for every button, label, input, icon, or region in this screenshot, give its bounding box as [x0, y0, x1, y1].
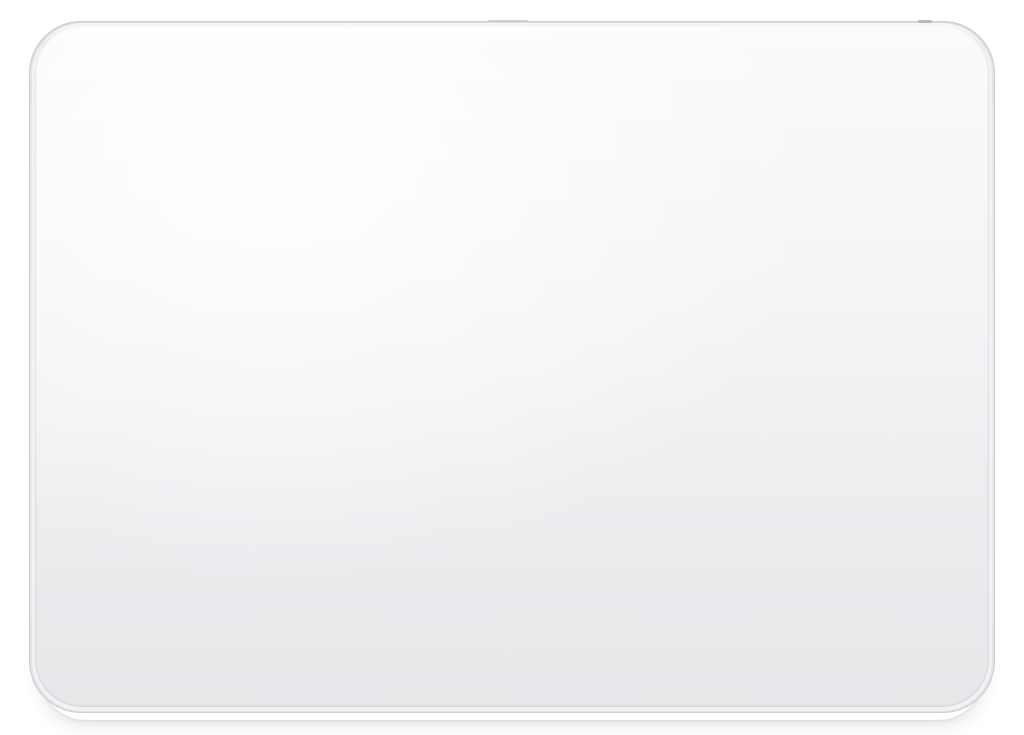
top-edge-detail — [488, 20, 528, 22]
trackpad-surface — [35, 27, 989, 707]
power-switch-detail — [918, 20, 932, 23]
product-image-stage — [0, 0, 1024, 735]
